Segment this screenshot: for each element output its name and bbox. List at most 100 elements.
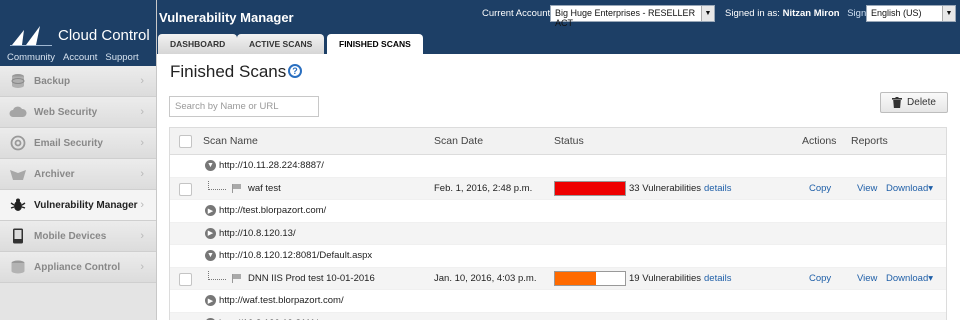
sidebar-item-label: Email Security: [34, 137, 103, 149]
download-label: Download: [886, 272, 929, 284]
details-link[interactable]: details: [704, 273, 731, 284]
sidebar-item-label: Backup: [34, 75, 71, 87]
table-header: Scan Name Scan Date Status Actions Repor…: [170, 128, 946, 155]
group-url: http://test.blorpazort.com/: [219, 205, 327, 216]
scan-date: Jan. 10, 2016, 4:03 p.m.: [434, 272, 537, 284]
sidebar-item-label: Appliance Control: [34, 261, 121, 273]
table-body: ▼ http://10.11.28.224:8887/waf test Feb. 1…: [170, 155, 946, 320]
scan-row: DNN IIS Prod test 10-01-2016 Jan. 10, 201…: [170, 267, 946, 290]
brand-links: Community Account Support: [7, 52, 139, 63]
expand-down-icon[interactable]: ▼: [205, 160, 216, 171]
current-account-label: Current Account:: [482, 8, 553, 19]
archive-icon: [9, 166, 27, 182]
chevron-right-icon: ›: [140, 137, 144, 149]
chevron-right-icon: ›: [140, 106, 144, 118]
scan-name: DNN IIS Prod test 10-01-2016: [248, 272, 375, 284]
tree-connector: [208, 270, 226, 280]
row-checkbox[interactable]: [179, 182, 192, 196]
mobile-icon: [9, 228, 27, 244]
copy-link[interactable]: Copy: [809, 183, 831, 194]
cloud-icon: [9, 104, 27, 120]
expand-down-icon[interactable]: ▼: [205, 250, 216, 261]
vulnerability-status: 19 Vulnerabilities details: [629, 273, 731, 284]
url-group-row: ▶ http://test.blorpazort.com/: [170, 200, 946, 223]
chevron-down-icon: ▼: [942, 6, 955, 21]
group-url: http://10.8.120.12:8081/Default.aspx: [219, 250, 373, 261]
sidebar: Cloud Control Community Account Support …: [0, 0, 157, 320]
sidebar-item-label: Web Security: [34, 106, 98, 118]
account-select[interactable]: Big Huge Enterprises - RESELLER ACT ▼: [550, 5, 715, 28]
support-link[interactable]: Support: [105, 52, 138, 63]
brand-name: Cloud Control: [58, 27, 150, 44]
chevron-right-icon: ›: [140, 75, 144, 87]
row-checkbox[interactable]: [179, 272, 192, 286]
search-input[interactable]: [169, 96, 319, 117]
tab-dashboard[interactable]: DASHBOARD: [158, 34, 238, 54]
tab-active-scans[interactable]: ACTIVE SCANS: [237, 34, 325, 54]
sidebar-item-appliance-control[interactable]: Appliance Control ›: [0, 252, 156, 283]
copy-link[interactable]: Copy: [809, 273, 831, 284]
sidebar-item-email-security[interactable]: Email Security ›: [0, 128, 156, 159]
column-scan-name: Scan Name: [203, 135, 258, 147]
chevron-down-icon: ▼: [701, 6, 714, 21]
expand-right-icon[interactable]: ▶: [205, 227, 216, 239]
tab-finished-scans[interactable]: FINISHED SCANS: [327, 34, 423, 54]
community-link[interactable]: Community: [7, 52, 55, 63]
scans-table: Scan Name Scan Date Status Actions Repor…: [169, 127, 947, 320]
database-icon: [9, 73, 27, 89]
help-icon[interactable]: ?: [288, 64, 302, 78]
group-url: http://waf.test.blorpazort.com/: [219, 295, 344, 306]
vulnerability-count: 33 Vulnerabilities: [629, 182, 701, 194]
signed-in-info: Signed in as: Nitzan Miron Sign Out: [725, 8, 884, 19]
sidebar-item-web-security[interactable]: Web Security ›: [0, 97, 156, 128]
scan-name: waf test: [248, 182, 281, 194]
chevron-right-icon: ›: [140, 230, 144, 242]
url-group-row: ▶ http://10.8.120.13/: [170, 222, 946, 245]
flag-icon: [232, 273, 241, 283]
download-menu[interactable]: Download▾: [886, 273, 933, 284]
scan-date: Feb. 1, 2016, 2:48 p.m.: [434, 182, 533, 194]
vulnerability-progress-bar: [554, 180, 626, 196]
sidebar-item-archiver[interactable]: Archiver ›: [0, 159, 156, 190]
sidebar-item-label: Vulnerability Manager: [34, 199, 138, 211]
language-select-value: English (US): [871, 8, 922, 18]
chevron-right-icon: ›: [140, 168, 144, 180]
caret-down-icon: ▾: [928, 272, 934, 284]
view-report-link[interactable]: View: [857, 273, 877, 284]
sidebar-item-backup[interactable]: Backup ›: [0, 66, 156, 97]
chevron-right-icon: ›: [140, 199, 144, 211]
sidebar-item-vulnerability-manager[interactable]: Vulnerability Manager ›: [0, 190, 156, 221]
vulnerability-status: 33 Vulnerabilities details: [629, 183, 731, 194]
header-bar: Vulnerability Manager Current Account: B…: [157, 0, 960, 54]
barracuda-logo-icon: [10, 26, 52, 46]
expand-right-icon[interactable]: ▶: [205, 205, 216, 216]
progress-fill: [555, 271, 596, 285]
download-menu[interactable]: Download▾: [886, 183, 933, 194]
select-all-checkbox[interactable]: [179, 135, 192, 148]
details-link[interactable]: details: [704, 183, 731, 194]
sidebar-nav: Backup › Web Security › Email Security › Archi…: [0, 66, 156, 283]
view-report-link[interactable]: View: [857, 183, 877, 194]
chevron-right-icon: ›: [140, 261, 144, 273]
column-reports: Reports: [851, 135, 888, 147]
user-name: Nitzan Miron: [782, 8, 840, 19]
sidebar-item-mobile-devices[interactable]: Mobile Devices ›: [0, 221, 156, 252]
column-status: Status: [554, 135, 584, 147]
sidebar-item-label: Mobile Devices: [34, 230, 107, 242]
tree-connector: [208, 180, 226, 190]
signed-in-label: Signed in as:: [725, 8, 780, 19]
expand-right-icon[interactable]: ▶: [205, 295, 216, 306]
appliance-icon: [9, 259, 27, 275]
scan-row: waf test Feb. 1, 2016, 2:48 p.m. 33 Vulner…: [170, 177, 946, 200]
account-select-value: Big Huge Enterprises - RESELLER ACT: [555, 8, 696, 28]
vulnerability-progress-bar: [554, 270, 626, 286]
page-title: Finished Scans: [170, 62, 287, 81]
sidebar-item-label: Archiver: [34, 168, 75, 180]
main-content: Finished Scans ? Delete Scan Name Scan D…: [157, 54, 960, 320]
app-title: Vulnerability Manager: [159, 10, 294, 25]
account-link[interactable]: Account: [63, 52, 97, 63]
column-scan-date: Scan Date: [434, 135, 484, 147]
language-select[interactable]: English (US) ▼: [866, 5, 956, 22]
delete-button[interactable]: Delete: [880, 92, 948, 113]
bug-icon: [9, 197, 27, 213]
